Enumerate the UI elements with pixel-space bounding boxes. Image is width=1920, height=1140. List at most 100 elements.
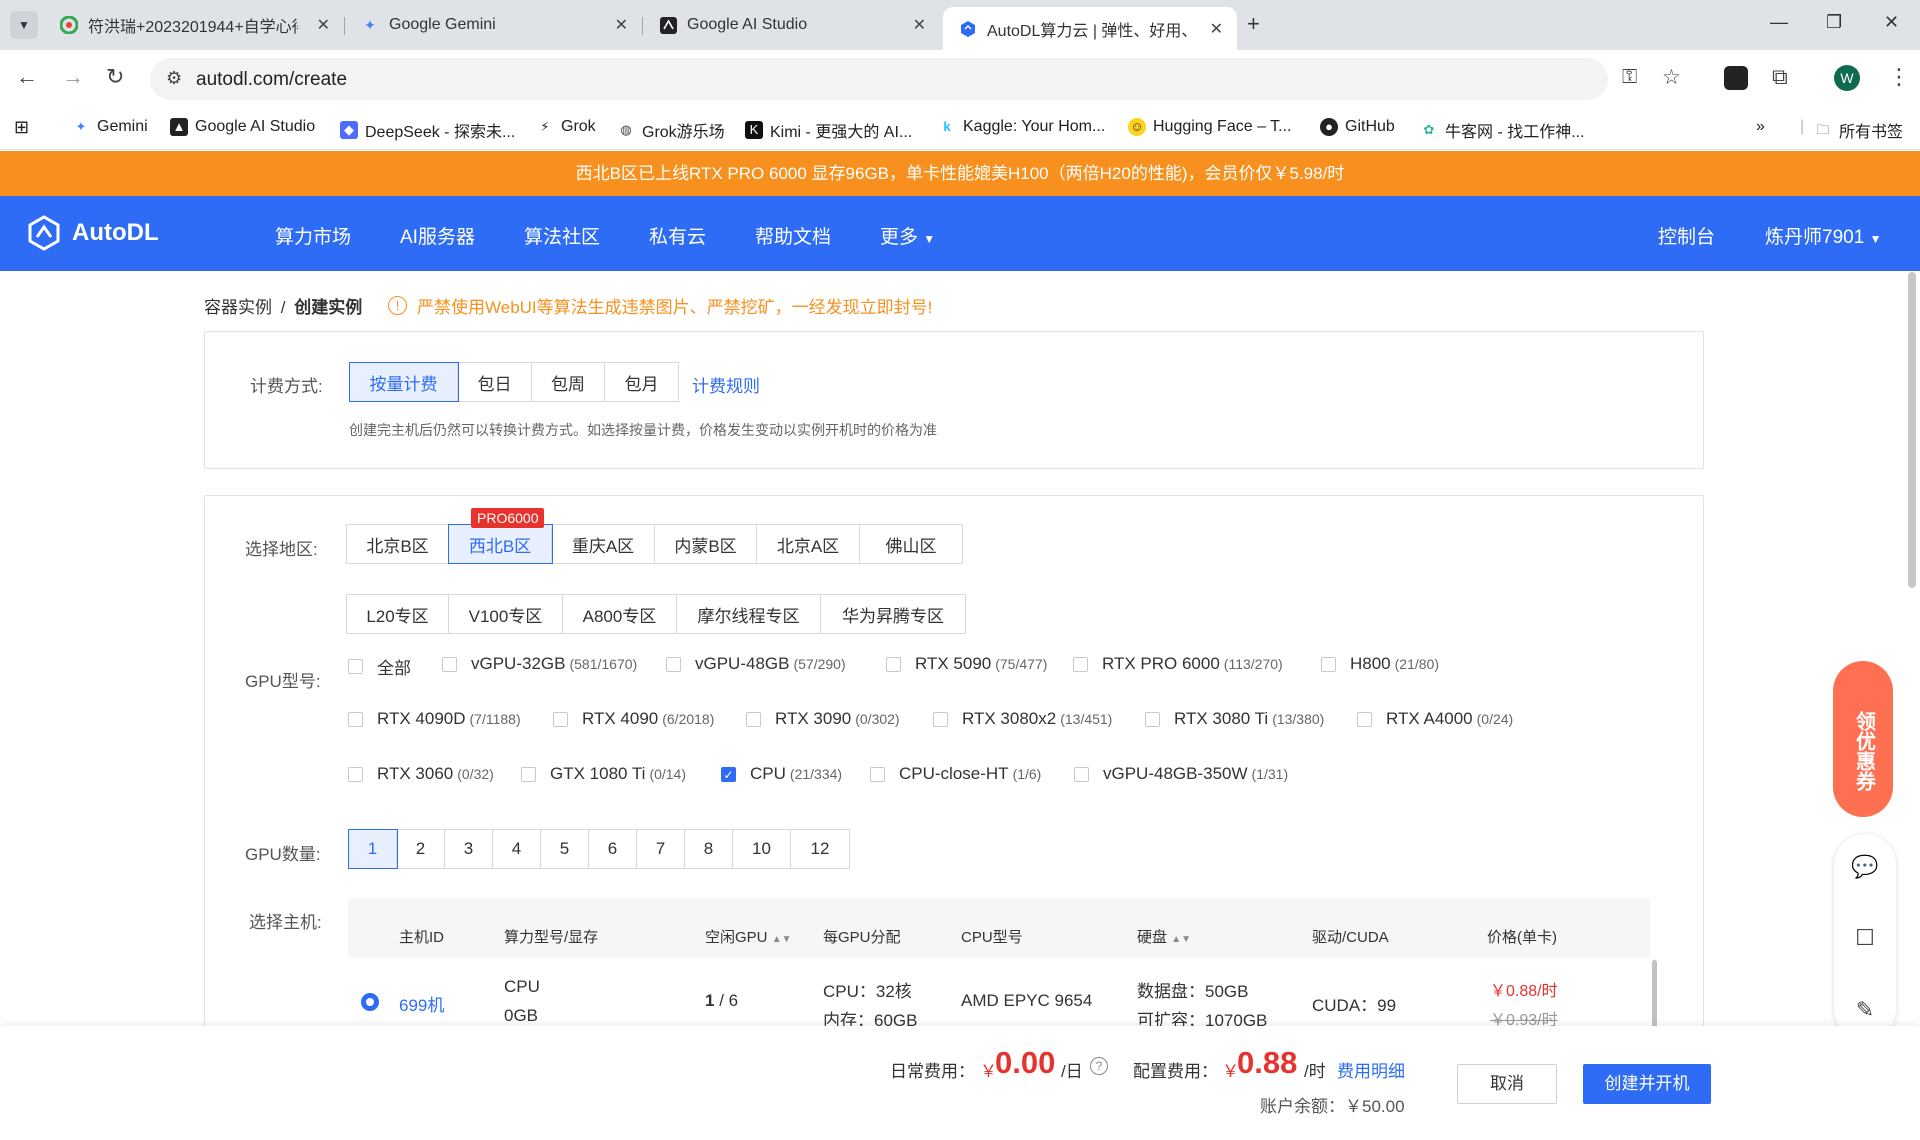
gpu-count-3[interactable]: 3 — [445, 830, 493, 868]
bookmark-nowcoder[interactable]: ✿ 牛客网 - 找工作神... — [1420, 118, 1585, 142]
checkbox-icon[interactable] — [553, 711, 568, 727]
nav-algorithm-community[interactable]: 算法社区 — [524, 222, 600, 249]
checkbox-icon[interactable] — [442, 656, 457, 672]
breadcrumb-parent[interactable]: 容器实例 — [204, 298, 272, 317]
checkbox-checked-icon[interactable]: ✓ — [721, 766, 736, 782]
bookmark-grok[interactable]: ⚡ Grok — [536, 118, 595, 136]
browser-tab-4-active[interactable]: AutoDL算力云 | 弹性、好用、省 ✕ — [943, 7, 1237, 50]
nav-help-docs[interactable]: 帮助文档 — [755, 222, 831, 249]
feedback-icon[interactable]: ☐ — [1836, 909, 1894, 967]
close-icon[interactable]: ✕ — [913, 15, 926, 35]
gpu-type-checkbox[interactable]: RTX 4090 (6/2018) — [553, 709, 714, 729]
page-scrollbar[interactable] — [1908, 272, 1916, 588]
gpu-type-checkbox[interactable]: RTX 5090 (75/477) — [886, 654, 1047, 674]
gpu-type-checkbox[interactable]: ✓ CPU (21/334) — [721, 764, 842, 784]
user-menu[interactable]: 炼丹师7901 ▼ — [1765, 222, 1881, 249]
new-tab-icon[interactable]: + — [1247, 11, 1260, 37]
region-neimeng-b[interactable]: 内蒙B区 — [655, 525, 757, 563]
gpu-count-10[interactable]: 10 — [733, 830, 791, 868]
gpu-type-checkbox[interactable]: vGPU-48GB (57/290) — [666, 654, 846, 674]
puzzle-extensions-icon[interactable]: ⧉ — [1772, 64, 1788, 90]
gpu-count-5[interactable]: 5 — [541, 830, 589, 868]
checkbox-icon[interactable] — [1145, 711, 1160, 727]
gpu-type-checkbox[interactable]: RTX 3080 Ti (13/380) — [1145, 709, 1324, 729]
promo-banner[interactable]: 西北B区已上线RTX PRO 6000 显存96GB，单卡性能媲美H100（两倍… — [0, 151, 1920, 196]
billing-option-pay-as-you-go[interactable]: 按量计费 — [349, 362, 459, 402]
back-icon[interactable]: ← — [16, 64, 38, 90]
gpu-count-2[interactable]: 2 — [397, 830, 445, 868]
region-huawei-ascend[interactable]: 华为昇腾专区 — [821, 595, 965, 633]
col-free-gpu[interactable]: 空闲GPU ▲▼ — [705, 926, 791, 947]
gpu-count-4[interactable]: 4 — [493, 830, 541, 868]
bookmark-star-icon[interactable]: ☆ — [1662, 65, 1681, 90]
region-a800[interactable]: A800专区 — [563, 595, 677, 633]
nav-more[interactable]: 更多 ▼ — [880, 222, 935, 249]
gpu-type-checkbox[interactable]: RTX 3090 (0/302) — [746, 709, 900, 729]
console-link[interactable]: 控制台 — [1658, 222, 1715, 249]
bookmark-github[interactable]: ● GitHub — [1320, 118, 1395, 136]
bookmark-deepseek[interactable]: ◆ DeepSeek - 探索未... — [340, 118, 515, 142]
region-v100[interactable]: V100专区 — [449, 595, 563, 633]
checkbox-icon[interactable] — [886, 656, 901, 672]
menu-kebab-icon[interactable]: ⋮ — [1888, 64, 1910, 90]
host-id[interactable]: 699机 — [399, 991, 444, 1016]
profile-avatar[interactable]: W — [1834, 65, 1860, 91]
checkbox-icon[interactable] — [933, 711, 948, 727]
billing-option-monthly[interactable]: 包月 — [605, 363, 678, 401]
tab-search-dropdown[interactable]: ▼ — [10, 11, 38, 39]
checkbox-icon[interactable] — [521, 766, 536, 782]
sort-icon[interactable]: ▲▼ — [772, 934, 792, 945]
wechat-icon[interactable]: 💬 — [1836, 838, 1894, 896]
region-beijing-a[interactable]: 北京A区 — [757, 525, 860, 563]
host-radio[interactable] — [361, 993, 379, 1011]
billing-option-weekly[interactable]: 包周 — [532, 363, 605, 401]
bookmark-gemini[interactable]: ✦ Gemini — [72, 118, 148, 136]
gpu-type-checkbox[interactable]: RTX 3060 (0/32) — [348, 764, 494, 784]
coupon-widget[interactable]: 领优惠券 — [1833, 661, 1893, 817]
checkbox-icon[interactable] — [348, 766, 363, 782]
gpu-count-6[interactable]: 6 — [589, 830, 637, 868]
bookmark-hugging-face[interactable]: ☺ Hugging Face – T... — [1128, 118, 1291, 136]
autodl-logo[interactable]: AutoDL — [26, 215, 159, 251]
site-settings-icon[interactable]: ⚙ — [166, 68, 182, 89]
more-bookmarks-icon[interactable]: » — [1756, 118, 1765, 136]
gpu-type-checkbox[interactable]: RTX A4000 (0/24) — [1357, 709, 1513, 729]
close-icon[interactable]: ✕ — [317, 15, 330, 35]
gpu-type-checkbox[interactable]: RTX 4090D (7/1188) — [348, 709, 521, 729]
region-moore-threads[interactable]: 摩尔线程专区 — [677, 595, 821, 633]
minimize-icon[interactable]: — — [1770, 12, 1788, 33]
region-foshan[interactable]: 佛山区 — [860, 525, 962, 563]
checkbox-icon[interactable] — [348, 659, 363, 674]
gpu-type-checkbox[interactable]: RTX 3080x2 (13/451) — [933, 709, 1112, 729]
checkbox-icon[interactable] — [1357, 711, 1372, 727]
checkbox-icon[interactable] — [870, 766, 885, 782]
gpu-type-checkbox[interactable]: RTX PRO 6000 (113/270) — [1073, 654, 1283, 674]
address-bar[interactable]: ⚙ autodl.com/create ⚿ ☆ — [150, 58, 1681, 100]
window-close-icon[interactable]: ✕ — [1884, 12, 1899, 33]
checkbox-icon[interactable] — [1321, 656, 1336, 672]
browser-tab-1[interactable]: 符洪瑞+2023201944+自学心得 ✕ — [44, 7, 344, 43]
gpu-type-checkbox[interactable]: GTX 1080 Ti (0/14) — [521, 764, 686, 784]
close-icon[interactable]: ✕ — [615, 15, 628, 35]
checkbox-icon[interactable] — [1074, 766, 1089, 782]
checkbox-icon[interactable] — [348, 711, 363, 727]
bookmark-kimi[interactable]: K Kimi - 更强大的 AI... — [745, 118, 912, 142]
extension-icon[interactable] — [1724, 66, 1748, 90]
bookmark-grok-playground[interactable]: ◍ Grok游乐场 — [617, 118, 724, 142]
gpu-type-checkbox[interactable]: H800 (21/80) — [1321, 654, 1439, 674]
region-l20[interactable]: L20专区 — [347, 595, 449, 633]
cancel-button[interactable]: 取消 — [1457, 1064, 1557, 1104]
apps-grid-icon[interactable]: ⊞ — [14, 117, 29, 138]
password-key-icon[interactable]: ⚿ — [1622, 66, 1637, 89]
restore-icon[interactable]: ❐ — [1826, 12, 1842, 33]
close-icon[interactable]: ✕ — [1210, 19, 1223, 39]
bookmark-ai-studio[interactable]: ▲ Google AI Studio — [170, 118, 315, 136]
region-beijing-b[interactable]: 北京B区 — [347, 525, 449, 563]
forward-icon[interactable]: → — [62, 64, 84, 90]
table-scrollbar[interactable] — [1652, 960, 1657, 1028]
all-bookmarks[interactable]: 🗀 所有书签 — [1814, 118, 1903, 142]
bookmark-kaggle[interactable]: k Kaggle: Your Hom... — [938, 118, 1105, 136]
checkbox-icon[interactable] — [746, 711, 761, 727]
checkbox-icon[interactable] — [1073, 656, 1088, 672]
col-disk[interactable]: 硬盘 ▲▼ — [1137, 926, 1191, 947]
